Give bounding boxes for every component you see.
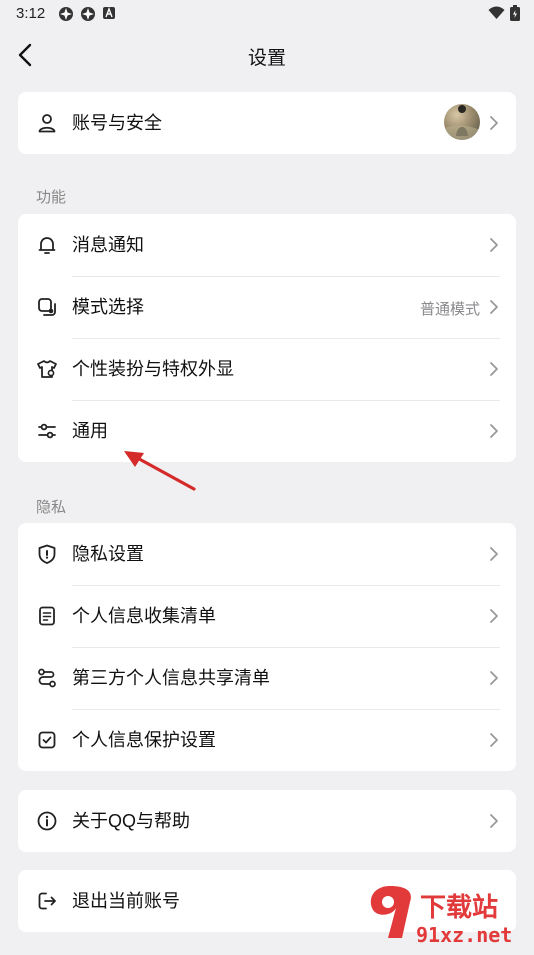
annotation-arrow-icon <box>124 451 196 491</box>
a-notification-icon <box>103 7 115 19</box>
app-notification-icon <box>81 7 95 21</box>
watermark-logo-icon: 下载站 91xz.net <box>370 886 512 947</box>
checkbox-icon <box>38 731 56 749</box>
mode-icon <box>38 298 56 316</box>
info-icon <box>37 811 57 831</box>
section-label-features: 功能 <box>36 189 67 206</box>
system-icons <box>488 5 520 21</box>
chevron-right-icon <box>490 238 498 252</box>
info-protection-row[interactable]: 个人信息保护设置 <box>18 709 516 771</box>
chevron-right-icon <box>490 609 498 623</box>
info-collection-row[interactable]: 个人信息收集清单 <box>18 585 516 647</box>
message-notification-label: 消息通知 <box>72 235 144 255</box>
bell-icon <box>38 237 56 254</box>
third-party-sharing-row[interactable]: 第三方个人信息共享清单 <box>18 647 516 709</box>
document-icon <box>39 606 55 626</box>
message-notification-row[interactable]: 消息通知 <box>18 214 516 276</box>
personalization-label: 个性装扮与特权外显 <box>72 359 234 379</box>
about-help-row[interactable]: 关于QQ与帮助 <box>18 790 516 852</box>
chevron-right-icon <box>490 424 498 438</box>
info-protection-label: 个人信息保护设置 <box>72 730 216 750</box>
account-card: 账号与安全 <box>18 92 516 154</box>
tshirt-icon <box>37 360 57 378</box>
info-collection-label: 个人信息收集清单 <box>72 606 216 626</box>
mode-select-value: 普通模式 <box>419 301 480 318</box>
watermark-url: 91xz.net <box>416 923 512 947</box>
chevron-right-icon <box>490 733 498 747</box>
personalization-row[interactable]: 个性装扮与特权外显 <box>18 338 516 400</box>
wifi-icon <box>488 6 505 19</box>
chevron-right-icon <box>490 814 498 828</box>
general-row[interactable]: 通用 <box>18 400 516 462</box>
app-notification-icon <box>59 7 73 21</box>
mode-select-label: 模式选择 <box>72 297 144 317</box>
status-bar: 3:12 <box>0 0 534 28</box>
privacy-settings-label: 隐私设置 <box>72 544 144 564</box>
page-title: 设置 <box>247 48 286 69</box>
mode-select-row[interactable]: 模式选择 普通模式 <box>18 276 516 338</box>
share-nodes-icon <box>38 668 56 688</box>
account-security-row[interactable]: 账号与安全 <box>18 92 516 154</box>
logout-icon <box>38 892 56 910</box>
features-card: 消息通知 模式选择 普通模式 个性装扮与特权外显 通用 <box>18 214 516 462</box>
chevron-right-icon <box>490 547 498 561</box>
privacy-settings-row[interactable]: 隐私设置 <box>18 523 516 585</box>
logout-label: 退出当前账号 <box>72 891 180 911</box>
privacy-card: 隐私设置 个人信息收集清单 第三方个人信息共享清单 个人信息保护设置 <box>18 523 516 771</box>
third-party-sharing-label: 第三方个人信息共享清单 <box>72 668 270 688</box>
account-security-label: 账号与安全 <box>72 113 162 133</box>
sliders-icon <box>38 423 56 439</box>
watermark: 下载站 91xz.net <box>362 880 534 950</box>
battery-icon <box>510 5 520 21</box>
about-card: 关于QQ与帮助 <box>18 790 516 852</box>
general-label: 通用 <box>72 421 108 441</box>
chevron-right-icon <box>490 300 498 314</box>
chevron-right-icon <box>490 671 498 685</box>
nav-bar: 设置 <box>0 28 534 82</box>
about-help-label: 关于QQ与帮助 <box>72 811 191 831</box>
avatar <box>444 104 480 140</box>
watermark-title: 下载站 <box>420 893 498 923</box>
chevron-right-icon <box>490 116 498 130</box>
status-time: 3:12 <box>16 5 46 22</box>
chevron-right-icon <box>490 362 498 376</box>
section-label-privacy: 隐私 <box>36 499 67 516</box>
notification-icons <box>58 6 116 22</box>
shield-icon <box>38 544 56 564</box>
user-icon <box>38 114 56 133</box>
